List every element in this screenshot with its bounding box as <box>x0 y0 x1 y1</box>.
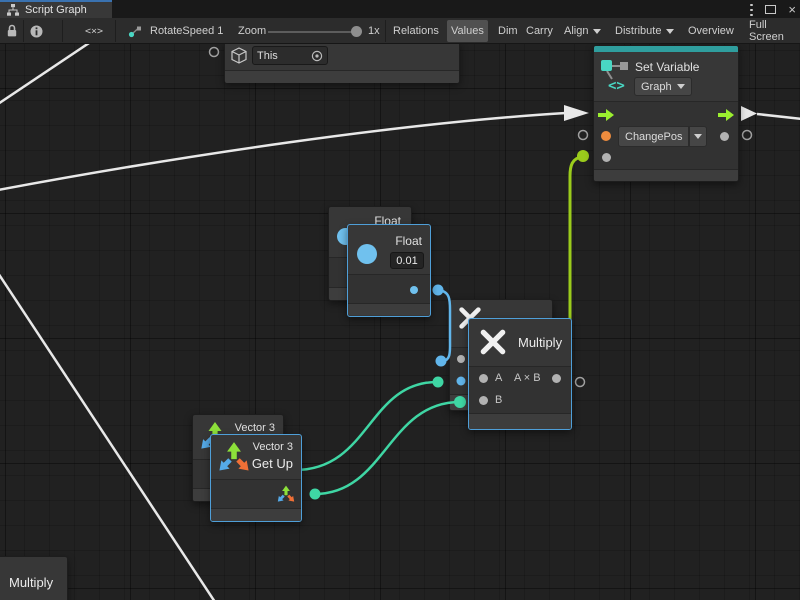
multiply-x-icon <box>478 327 508 357</box>
gameobject-field[interactable]: This <box>252 46 328 65</box>
values-button[interactable]: Values <box>447 20 488 42</box>
chevron-down-icon <box>666 29 674 34</box>
wire-endpoint[interactable] <box>310 489 321 500</box>
control-arrowhead <box>741 106 757 121</box>
object-picker-icon[interactable] <box>311 50 323 62</box>
vector3-get-up-node[interactable]: Vector 3 Get Up <box>210 434 302 522</box>
zoom-label: Zoom <box>238 18 266 44</box>
wire-endpoint[interactable] <box>433 377 444 388</box>
port-ring[interactable] <box>576 378 585 387</box>
control-arrowhead <box>564 105 589 121</box>
vector3-axes-icon <box>218 441 250 473</box>
zoom-value: 1x <box>368 18 380 44</box>
graph-breadcrumb-icon <box>128 18 142 44</box>
carry-button[interactable]: Carry <box>522 18 557 44</box>
dim-button[interactable]: Dim <box>494 18 522 44</box>
wire-endpoint[interactable] <box>436 356 447 367</box>
input-port[interactable] <box>457 377 466 386</box>
wire-endpoint[interactable] <box>454 396 466 408</box>
info-icon <box>30 25 43 38</box>
float-node[interactable]: Float 0.01 <box>347 224 431 317</box>
chevron-down-icon <box>694 134 702 139</box>
variable-name-port[interactable] <box>601 131 611 141</box>
port-ring[interactable] <box>579 131 588 140</box>
maximize-icon[interactable] <box>765 5 776 14</box>
port-ring[interactable] <box>210 48 219 57</box>
node-title: Set Variable <box>635 60 699 74</box>
zoom-slider[interactable] <box>268 31 353 33</box>
graph-hierarchy-icon <box>7 4 19 16</box>
vector3-output-port[interactable] <box>277 485 295 503</box>
wire-endpoint[interactable] <box>577 150 589 162</box>
output-value-port[interactable] <box>720 132 729 141</box>
multiply-node-partial[interactable]: Multiply <box>0 556 68 600</box>
input-value-port[interactable] <box>602 153 611 162</box>
inspect-button[interactable] <box>30 18 43 44</box>
graph-toolbar: <×> RotateSpeed 1 Zoom 1x Relations Valu… <box>0 18 800 44</box>
close-icon[interactable]: × <box>788 3 796 16</box>
chevron-down-icon <box>677 84 685 89</box>
align-label: Align <box>564 25 588 37</box>
graph-canvas[interactable]: Float Vector 3 <box>0 44 800 600</box>
graph-breadcrumb[interactable]: RotateSpeed 1 <box>150 18 223 44</box>
relations-button[interactable]: Relations <box>389 18 443 44</box>
variable-name-dropdown[interactable]: ChangePos <box>618 126 689 147</box>
multiply-node[interactable]: Multiply A A × B B <box>468 318 572 430</box>
variable-name-label: ChangePos <box>625 131 683 143</box>
lock-button[interactable] <box>6 18 18 44</box>
fullscreen-button[interactable]: Full Screen <box>745 18 800 44</box>
window-controls: × <box>750 0 796 18</box>
lock-icon <box>6 24 18 38</box>
input-b-port[interactable] <box>479 396 488 405</box>
unity-script-graph-window: Script Graph × <×> <box>0 0 800 600</box>
node-title: Float <box>395 234 422 248</box>
input-port[interactable] <box>457 355 465 363</box>
menu-dots-icon[interactable] <box>750 3 753 16</box>
zoom-slider-handle[interactable] <box>351 26 362 37</box>
gameobject-cube-icon <box>231 47 247 64</box>
float-output-port[interactable] <box>410 286 418 294</box>
code-view-toggle[interactable]: <×> <box>73 18 115 44</box>
node-title: Multiply <box>9 575 53 590</box>
tab-label: Script Graph <box>25 4 87 16</box>
input-a-port[interactable] <box>479 374 488 383</box>
control-out-port[interactable] <box>718 108 734 122</box>
port-ring[interactable] <box>743 131 752 140</box>
chevron-down-icon <box>593 29 601 34</box>
float-type-icon <box>357 244 377 264</box>
node-operation: Get Up <box>252 456 293 471</box>
variable-scope-dropdown[interactable]: Graph <box>634 77 692 96</box>
svg-text:<>: <> <box>608 78 625 92</box>
input-a-label: A <box>495 372 502 384</box>
tab-script-graph[interactable]: Script Graph <box>0 0 112 18</box>
gameobject-field-value: This <box>257 50 278 62</box>
set-variable-node[interactable]: <> Set Variable Graph ChangePos <box>593 45 739 182</box>
output-port[interactable] <box>552 374 561 383</box>
scope-label: Graph <box>641 81 672 93</box>
node-title: Vector 3 <box>253 441 293 453</box>
control-in-port[interactable] <box>598 108 614 122</box>
input-b-label: B <box>495 394 502 406</box>
overview-button[interactable]: Overview <box>684 18 738 44</box>
variable-name-dropdown-button[interactable] <box>689 126 707 147</box>
distribute-label: Distribute <box>615 25 661 37</box>
node-title: Multiply <box>518 335 562 350</box>
distribute-dropdown[interactable]: Distribute <box>611 18 678 44</box>
align-dropdown[interactable]: Align <box>560 18 605 44</box>
output-label: A × B <box>514 372 541 384</box>
this-node[interactable]: This <box>224 44 460 83</box>
tab-bar: Script Graph × <box>0 0 800 18</box>
set-variable-icon: <> <box>600 58 630 92</box>
wire-endpoint[interactable] <box>433 285 444 296</box>
float-value-field[interactable]: 0.01 <box>390 252 424 269</box>
